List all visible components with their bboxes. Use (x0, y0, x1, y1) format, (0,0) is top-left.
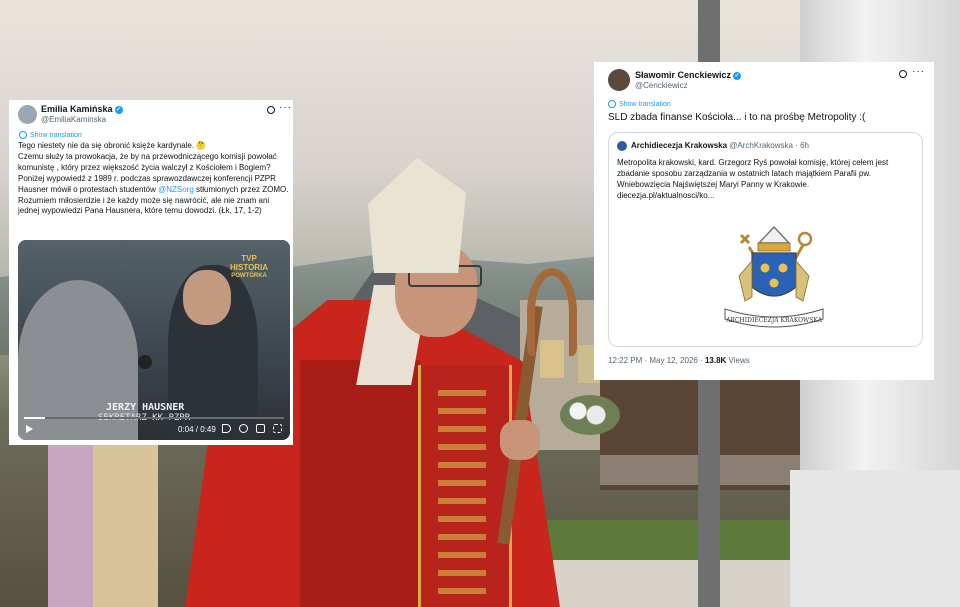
verified-badge-icon: ✓ (114, 105, 123, 114)
author-handle[interactable]: @Cenckiewicz (635, 81, 688, 90)
flower-pot (560, 395, 620, 435)
gold-embroidery (438, 390, 486, 605)
quoted-line: Wniebowzięcia Najświętszej Maryi Panny w… (617, 180, 810, 189)
globe-icon (608, 100, 616, 108)
avatar[interactable] (18, 105, 37, 124)
quoted-age: · 6h (795, 141, 810, 150)
verified-badge-icon: ✓ (733, 71, 742, 80)
more-options-icon[interactable]: ··· (912, 66, 925, 77)
views-label: Views (728, 356, 750, 365)
tweet-text: SLD zbada finanse Kościoła... i to na pr… (608, 112, 866, 123)
pavement (540, 560, 820, 607)
quoted-author[interactable]: Archidiecezja Krakowska @ArchKrakowska ·… (631, 141, 809, 150)
video-face (183, 270, 231, 325)
author-name-text[interactable]: Sławomir Cenckiewicz (635, 70, 731, 80)
microphone (138, 355, 152, 369)
author-handle[interactable]: @EmiliaKaminska (41, 115, 106, 124)
quoted-body: Metropolita krakowski, kard. Grzegorz Ry… (617, 157, 917, 201)
tweet-text: stłumionych przez ZOMO. (196, 184, 289, 194)
logo-line: TVP (241, 254, 257, 263)
logo-line: POWTÓRKA (231, 273, 267, 279)
volume-icon[interactable] (222, 424, 231, 433)
show-translation-link[interactable]: Show translation (19, 131, 82, 139)
fullscreen-icon[interactable] (273, 424, 282, 433)
picture-in-picture-icon[interactable] (256, 424, 265, 433)
more-options-icon[interactable]: ··· (279, 102, 292, 113)
tweet-footer: 12:22 PM · May 12, 2026 · 13.8K Views (608, 356, 750, 365)
tweet-card-right[interactable]: Sławomir Cenckiewicz ✓ @Cenckiewicz ··· S… (594, 62, 934, 380)
settings-gear-icon[interactable] (239, 424, 248, 433)
banner-text: ARCHIDIECEZJA KRAKOWSKA (725, 317, 822, 324)
show-translation-link[interactable]: Show translation (608, 100, 671, 108)
video-caption-name: JERZY HAUSNER (106, 402, 185, 413)
tweet-timestamp[interactable]: 12:22 PM · May 12, 2026 · (608, 356, 703, 365)
show-translation-label[interactable]: Show translation (619, 101, 671, 108)
vestment-shadow (300, 360, 420, 607)
avatar[interactable] (608, 69, 630, 91)
globe-icon (19, 131, 27, 139)
quoted-line: Metropolita krakowski, kard. Grzegorz Ry… (617, 158, 889, 167)
author-name-text[interactable]: Emilia Kamińska (41, 104, 113, 114)
channel-logo: TVP HISTORIA POWTÓRKA (230, 254, 268, 281)
background-figure (48, 440, 93, 607)
quoted-link[interactable]: diecezja.pl/aktualnosci/ko... (617, 190, 917, 201)
column-base (790, 470, 960, 607)
tweet-line: Czemu służy ta prowokacja, że by na prze… (18, 151, 277, 172)
author-name[interactable]: Emilia Kamińska ✓ (41, 104, 123, 114)
views-count: 13.8K (704, 356, 727, 365)
tweet-line: Poniżej wypowiedź z 1989 r. podczas spra… (18, 174, 290, 196)
coat-of-arms-image: ARCHIDIECEZJA KRAKOWSKA (724, 225, 824, 328)
video-controls: 0:04 / 0:49 (18, 418, 290, 440)
grok-icon[interactable] (899, 70, 907, 78)
logo-line: HISTORIA (230, 263, 269, 272)
show-translation-label[interactable]: Show translation (30, 132, 82, 139)
bishop-hand (500, 420, 540, 460)
video-player[interactable]: TVP HISTORIA POWTÓRKA JERZY HAUSNER SEKR… (18, 240, 290, 440)
quoted-line: zbadanie sposobu zarządzania w ostatnich… (617, 169, 871, 178)
tweet-body: Tego niestety nie da się obronić księże … (18, 141, 290, 217)
author-name[interactable]: Sławomir Cenckiewicz ✓ (635, 70, 742, 80)
archdiocese-avatar[interactable] (617, 141, 627, 151)
quoted-tweet[interactable]: Archidiecezja Krakowska @ArchKrakowska ·… (608, 132, 923, 347)
tweet-line: Rozumiem miłosierdzie i że każdy może si… (18, 195, 270, 216)
quoted-author-name[interactable]: Archidiecezja Krakowska (631, 141, 727, 150)
quoted-author-handle[interactable]: @ArchKrakowska (729, 141, 793, 150)
mention-link[interactable]: @NZSorg (158, 185, 194, 194)
grok-icon[interactable] (267, 106, 275, 114)
video-time: 0:04 / 0:49 (178, 425, 216, 434)
crosier-crook (527, 268, 577, 356)
tweet-line: Tego niestety nie da się obronić księże … (18, 141, 207, 150)
play-icon[interactable] (26, 425, 33, 433)
mitre (368, 158, 466, 273)
